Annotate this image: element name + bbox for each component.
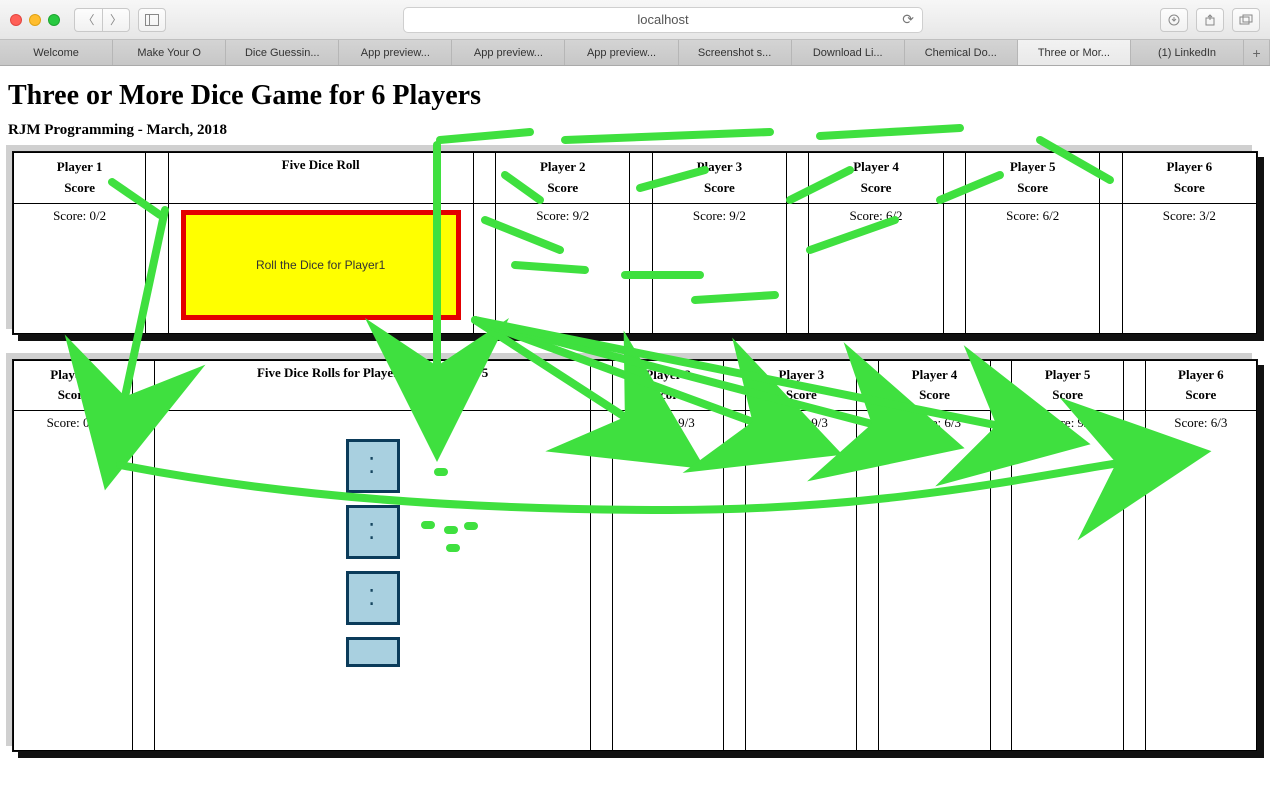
toolbar-right [1160, 8, 1260, 32]
score-p4: Score: 6/3 [908, 415, 961, 430]
tab-make-your-own[interactable]: Make Your O [113, 40, 226, 65]
round-panel-top: Player 1 Score Five Dice Roll Player 2 Sco… [12, 151, 1258, 335]
downloads-button[interactable] [1160, 8, 1188, 32]
score-p2: Score: 9/3 [642, 415, 695, 430]
tab-app-preview-3[interactable]: App preview... [565, 40, 678, 65]
col-player2: Player 2 [645, 367, 691, 382]
roll-result-title: Five Dice Rolls for Player6 are 2, 2, 2,… [257, 365, 488, 380]
score-p3: Score: 9/2 [693, 208, 746, 223]
col-player4: Player 4 [912, 367, 958, 382]
score-p1: Score: 0/3 [47, 415, 100, 430]
tab-download[interactable]: Download Li... [792, 40, 905, 65]
browser-toolbar: 〈 〉 localhost ⟳ [0, 0, 1270, 40]
new-tab-button[interactable]: + [1244, 40, 1270, 65]
score-p5: Score: 9/3 [1041, 415, 1094, 430]
close-window-button[interactable] [10, 14, 22, 26]
reload-icon[interactable]: ⟳ [902, 11, 914, 28]
spacer [591, 360, 613, 411]
die-face: ⁚ [346, 439, 400, 493]
score-p6: Score: 6/3 [1174, 415, 1227, 430]
game-table-top: Player 1 Score Five Dice Roll Player 2 Sco… [13, 152, 1257, 334]
spacer [630, 153, 652, 204]
col-player4: Player 4 [853, 159, 899, 174]
score-p2: Score: 9/2 [536, 208, 589, 223]
spacer [146, 153, 168, 204]
spacer [473, 153, 495, 204]
tab-welcome[interactable]: Welcome [0, 40, 113, 65]
share-button[interactable] [1196, 8, 1224, 32]
col-player1: Player 1 [57, 159, 103, 174]
spacer [724, 360, 746, 411]
score-p3: Score: 9/3 [775, 415, 828, 430]
spacer [990, 360, 1012, 411]
roll-dice-button[interactable]: Roll the Dice for Player1 [181, 210, 461, 320]
tab-chemical[interactable]: Chemical Do... [905, 40, 1018, 65]
spacer [133, 360, 155, 411]
score-p5: Score: 6/2 [1006, 208, 1059, 223]
dice-display-cell: ⁚ ⁚ ⁚ [155, 411, 591, 751]
address-bar[interactable]: localhost ⟳ [403, 7, 923, 33]
forward-button[interactable]: 〉 [102, 8, 130, 32]
spacer [857, 360, 879, 411]
tab-linkedin[interactable]: (1) LinkedIn [1131, 40, 1244, 65]
spacer [943, 153, 965, 204]
score-p6: Score: 3/2 [1163, 208, 1216, 223]
col-player3: Player 3 [697, 159, 743, 174]
table-row: Score: 0/2 Roll the Dice for Player1 Sco… [14, 203, 1257, 333]
table-row: Score: 0/3 ⁚ ⁚ ⁚ Score: 9/3 Score: 9/3 S… [14, 411, 1257, 751]
roll-title: Five Dice Roll [282, 157, 360, 172]
tab-three-or-more[interactable]: Three or Mor... [1018, 40, 1131, 65]
page-title: Three or More Dice Game for 6 Players [8, 80, 1262, 112]
sidebar-toggle-button[interactable] [138, 8, 166, 32]
page-content: Three or More Dice Game for 6 Players RJ… [0, 66, 1270, 786]
tab-dice-guessing[interactable]: Dice Guessin... [226, 40, 339, 65]
die-face: ⁚ [346, 505, 400, 559]
col-player6: Player 6 [1178, 367, 1224, 382]
table-row: Player 1Score Five Dice Roll Player 2Sco… [14, 153, 1257, 204]
col-player5: Player 5 [1010, 159, 1056, 174]
tab-app-preview-2[interactable]: App preview... [452, 40, 565, 65]
col-player6: Player 6 [1167, 159, 1213, 174]
table-row: Player 1Score Five Dice Rolls for Player… [14, 360, 1257, 411]
back-button[interactable]: 〈 [74, 8, 102, 32]
col-player3: Player 3 [779, 367, 825, 382]
col-score-label: Score [64, 180, 95, 195]
col-player1: Player 1 [50, 367, 96, 382]
tab-app-preview-1[interactable]: App preview... [339, 40, 452, 65]
spacer [1123, 360, 1145, 411]
minimize-window-button[interactable] [29, 14, 41, 26]
col-player5: Player 5 [1045, 367, 1091, 382]
spacer [1100, 153, 1122, 204]
window-controls [10, 14, 60, 26]
tab-screenshot[interactable]: Screenshot s... [679, 40, 792, 65]
score-p4: Score: 6/2 [849, 208, 902, 223]
spacer [787, 153, 809, 204]
die-face: ⁚ [346, 571, 400, 625]
maximize-window-button[interactable] [48, 14, 60, 26]
die-face [346, 637, 400, 667]
page-subtitle: RJM Programming - March, 2018 [8, 122, 1262, 139]
round-panel-bottom: Player 1Score Five Dice Rolls for Player… [12, 359, 1258, 753]
nav-back-forward: 〈 〉 [74, 8, 130, 32]
game-table-bottom: Player 1Score Five Dice Rolls for Player… [13, 360, 1257, 752]
col-player2: Player 2 [540, 159, 586, 174]
tabs-button[interactable] [1232, 8, 1260, 32]
address-text: localhost [637, 12, 688, 27]
browser-tabs: Welcome Make Your O Dice Guessin... App … [0, 40, 1270, 66]
score-p1: Score: 0/2 [53, 208, 106, 223]
